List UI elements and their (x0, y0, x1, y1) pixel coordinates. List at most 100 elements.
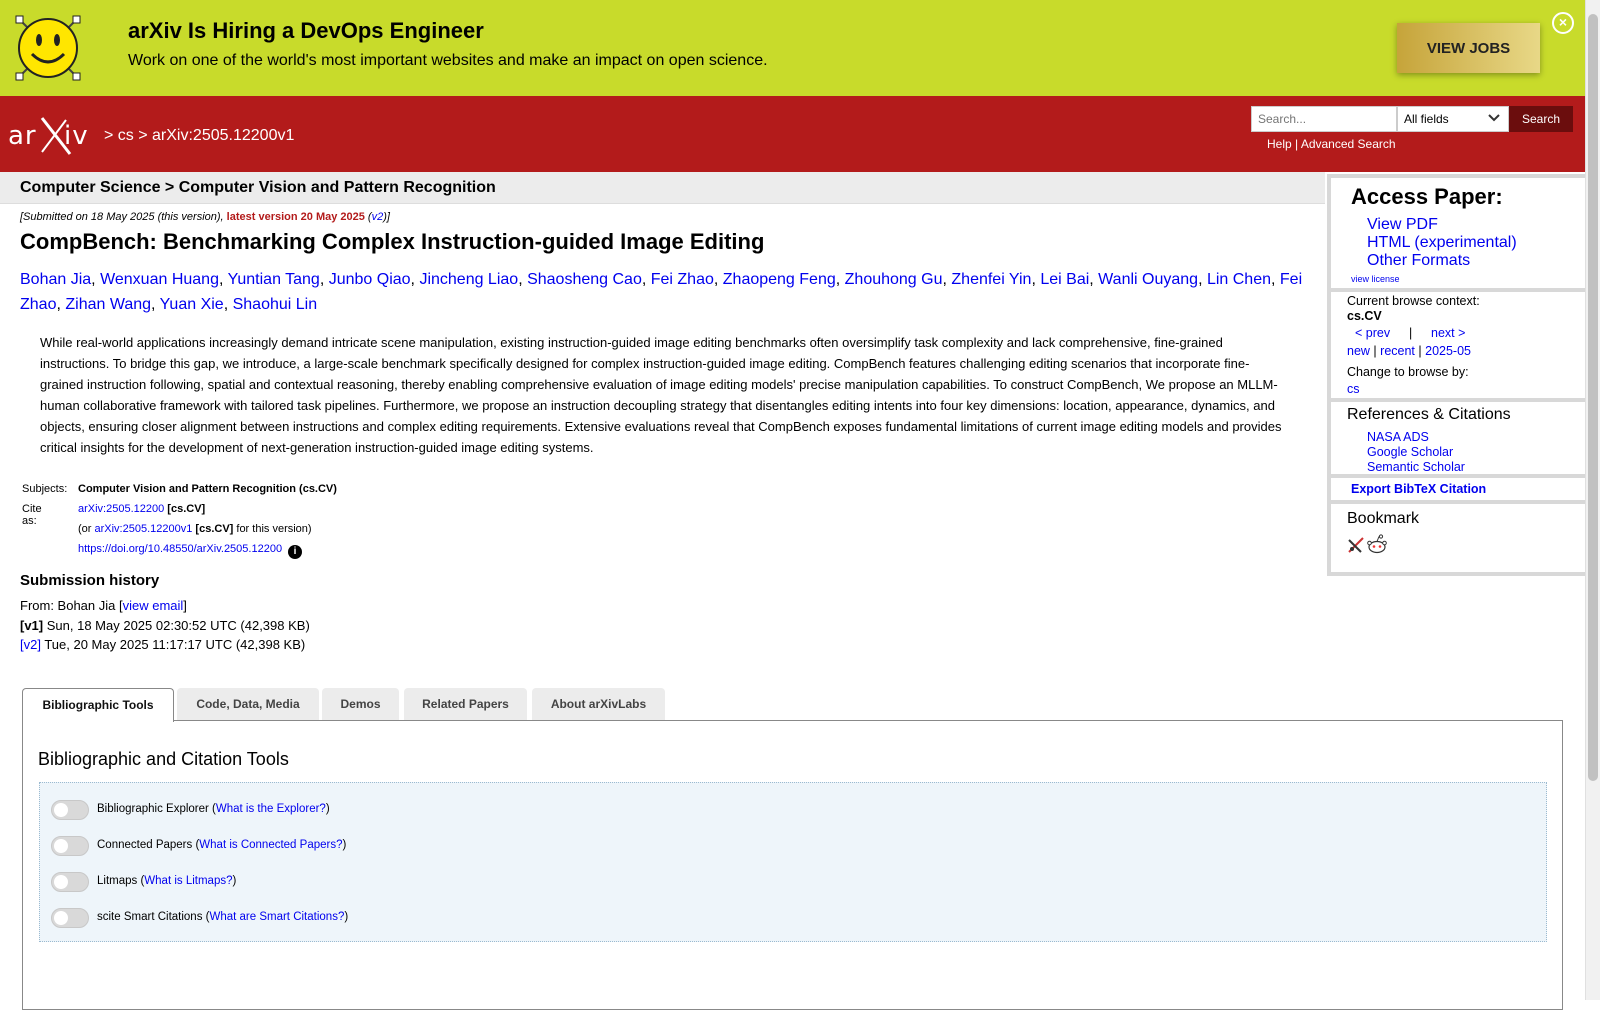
view-jobs-button[interactable]: VIEW JOBS (1397, 23, 1540, 73)
other-formats-link[interactable]: Other Formats (1367, 252, 1470, 270)
author-link[interactable]: Lei Bai (1040, 271, 1089, 288)
author-link[interactable]: Zhaopeng Feng (723, 271, 836, 288)
v2-text: Tue, 20 May 2025 11:17:17 UTC (42,398 KB… (40, 637, 306, 652)
author-separator: , (1271, 271, 1280, 288)
tab-code-data-media[interactable]: Code, Data, Media (177, 688, 319, 720)
category-path: Computer Science > Computer Vision and P… (20, 179, 496, 196)
author-link[interactable]: Wenxuan Huang (100, 271, 219, 288)
search-field-select[interactable]: All fields (1397, 106, 1509, 132)
author-separator: , (713, 271, 723, 288)
author-link[interactable]: Lin Chen (1207, 271, 1271, 288)
litmaps-toggle[interactable] (51, 872, 89, 892)
next-link[interactable]: next > (1431, 326, 1465, 340)
semantic-scholar-link[interactable]: Semantic Scholar (1367, 460, 1465, 474)
tools-list: Bibliographic Explorer (What is the Expl… (39, 782, 1547, 942)
view-license-link[interactable]: view license (1351, 274, 1400, 284)
author-separator: , (151, 295, 160, 313)
close-banner-icon[interactable]: × (1552, 12, 1574, 34)
author-separator: , (835, 271, 845, 288)
prev-link[interactable]: < prev (1355, 326, 1390, 340)
version-cite-link[interactable]: arXiv:2505.12200v1 (95, 523, 193, 535)
banner-title: arXiv Is Hiring a DevOps Engineer (128, 18, 484, 43)
tool-label: scite Smart Citations ( (97, 911, 210, 923)
author-separator: , (223, 295, 233, 313)
author-separator: , (1198, 271, 1207, 288)
author-link[interactable]: Zhouhong Gu (845, 271, 943, 288)
svg-text:ar: ar (8, 121, 37, 151)
prev-next-separator: | (1409, 326, 1413, 340)
author-link[interactable]: Jincheng Liao (419, 271, 518, 288)
author-separator: , (218, 271, 228, 288)
bibliographic-explorer-toggle[interactable] (51, 800, 89, 820)
breadcrumb-cs[interactable]: > cs > (104, 127, 148, 144)
help-links: Help | Advanced Search (1267, 137, 1396, 151)
version-cite-tag: [cs.CV] (195, 523, 234, 535)
v2-link[interactable]: v2 (372, 211, 384, 223)
author-link[interactable]: Zhenfei Yin (951, 271, 1031, 288)
view-pdf-link[interactable]: View PDF (1367, 216, 1438, 234)
author-link[interactable]: Yuan Xie (160, 296, 224, 313)
from-prefix: From: Bohan Jia [ (20, 598, 123, 613)
page-scrollbar[interactable] (1585, 0, 1600, 1000)
bookmark-title: Bookmark (1347, 510, 1420, 527)
google-scholar-link[interactable]: Google Scholar (1367, 445, 1453, 459)
search-field-value: All fields (1404, 112, 1449, 126)
version-v2: [v2] Tue, 20 May 2025 11:17:17 UTC (42,3… (20, 635, 310, 655)
help-link[interactable]: Help (1267, 137, 1292, 151)
author-link[interactable]: Fei Zhao (651, 271, 714, 288)
tab-bibliographic-tools[interactable]: Bibliographic Tools (22, 688, 174, 722)
export-bibtex-link[interactable]: Export BibTeX Citation (1351, 482, 1486, 496)
svg-text:iv: iv (64, 121, 89, 151)
month-link[interactable]: 2025-05 (1425, 344, 1471, 358)
new-link[interactable]: new (1347, 344, 1370, 358)
browse-cs-link[interactable]: cs (1347, 382, 1360, 396)
arxiv-logo[interactable]: ar iv (8, 116, 102, 156)
author-link[interactable]: Yuntian Tang (228, 271, 320, 288)
reddit-icon[interactable] (1367, 534, 1387, 554)
banner-text: Work on one of the world's most importan… (128, 52, 768, 69)
advanced-search-link[interactable]: Advanced Search (1301, 137, 1396, 151)
bibsonomy-icon[interactable] (1347, 536, 1365, 554)
subjects-value: Computer Vision and Pattern Recognition … (78, 483, 337, 495)
html-experimental-link[interactable]: HTML (experimental) (1367, 234, 1517, 252)
author-separator: , (518, 271, 528, 288)
author-link[interactable]: Zihan Wang (65, 296, 151, 313)
tool-label-end: ) (344, 911, 349, 923)
tool-help-link[interactable]: What is Connected Papers? (199, 839, 342, 851)
breadcrumb: > cs > arXiv:2505.12200v1 (104, 127, 294, 145)
tool-label-end: ) (232, 875, 237, 887)
author-link[interactable]: Wanli Ouyang (1098, 271, 1198, 288)
cite-link[interactable]: arXiv:2505.12200 (78, 503, 164, 515)
author-link[interactable]: Bohan Jia (20, 271, 91, 288)
search-input[interactable] (1251, 106, 1397, 132)
author-link[interactable]: Shaohui Lin (233, 296, 318, 313)
v1-label: [v1] (20, 617, 44, 633)
doi-link[interactable]: https://doi.org/10.48550/arXiv.2505.1220… (78, 543, 282, 555)
tool-help-link[interactable]: What is the Explorer? (216, 803, 326, 815)
author-link[interactable]: Junbo Qiao (329, 271, 411, 288)
version-v1: [v1] Sun, 18 May 2025 02:30:52 UTC (42,3… (20, 616, 310, 636)
submission-dateline: [Submitted on 18 May 2025 (this version)… (20, 211, 390, 223)
browse-links-separator: | (1373, 344, 1377, 358)
tab-about-arxivlabs[interactable]: About arXivLabs (532, 688, 665, 720)
scrollbar-thumb[interactable] (1588, 14, 1598, 781)
info-icon[interactable]: i (288, 545, 303, 559)
recent-link[interactable]: recent (1380, 344, 1415, 358)
author-link[interactable]: Shaosheng Cao (527, 271, 642, 288)
or-suffix: for this version) (233, 523, 312, 535)
view-email-link[interactable]: view email (123, 598, 184, 613)
tool-help-link[interactable]: What are Smart Citations? (209, 911, 344, 923)
browse-context-value: cs.CV (1347, 309, 1382, 323)
tool-help-link[interactable]: What is Litmaps? (144, 875, 232, 887)
author-separator: , (1031, 271, 1041, 288)
search-button[interactable]: Search (1509, 106, 1573, 132)
author-separator: , (1089, 271, 1099, 288)
tab-demos[interactable]: Demos (322, 688, 399, 720)
connected-papers-toggle[interactable] (51, 836, 89, 856)
nasa-ads-link[interactable]: NASA ADS (1367, 430, 1429, 444)
references-title: References & Citations (1347, 406, 1511, 423)
access-paper-title: Access Paper: (1351, 184, 1503, 209)
scite-toggle[interactable] (51, 908, 89, 928)
tab-related-papers[interactable]: Related Papers (404, 688, 527, 720)
v2-history-link[interactable]: [v2] (20, 637, 41, 652)
